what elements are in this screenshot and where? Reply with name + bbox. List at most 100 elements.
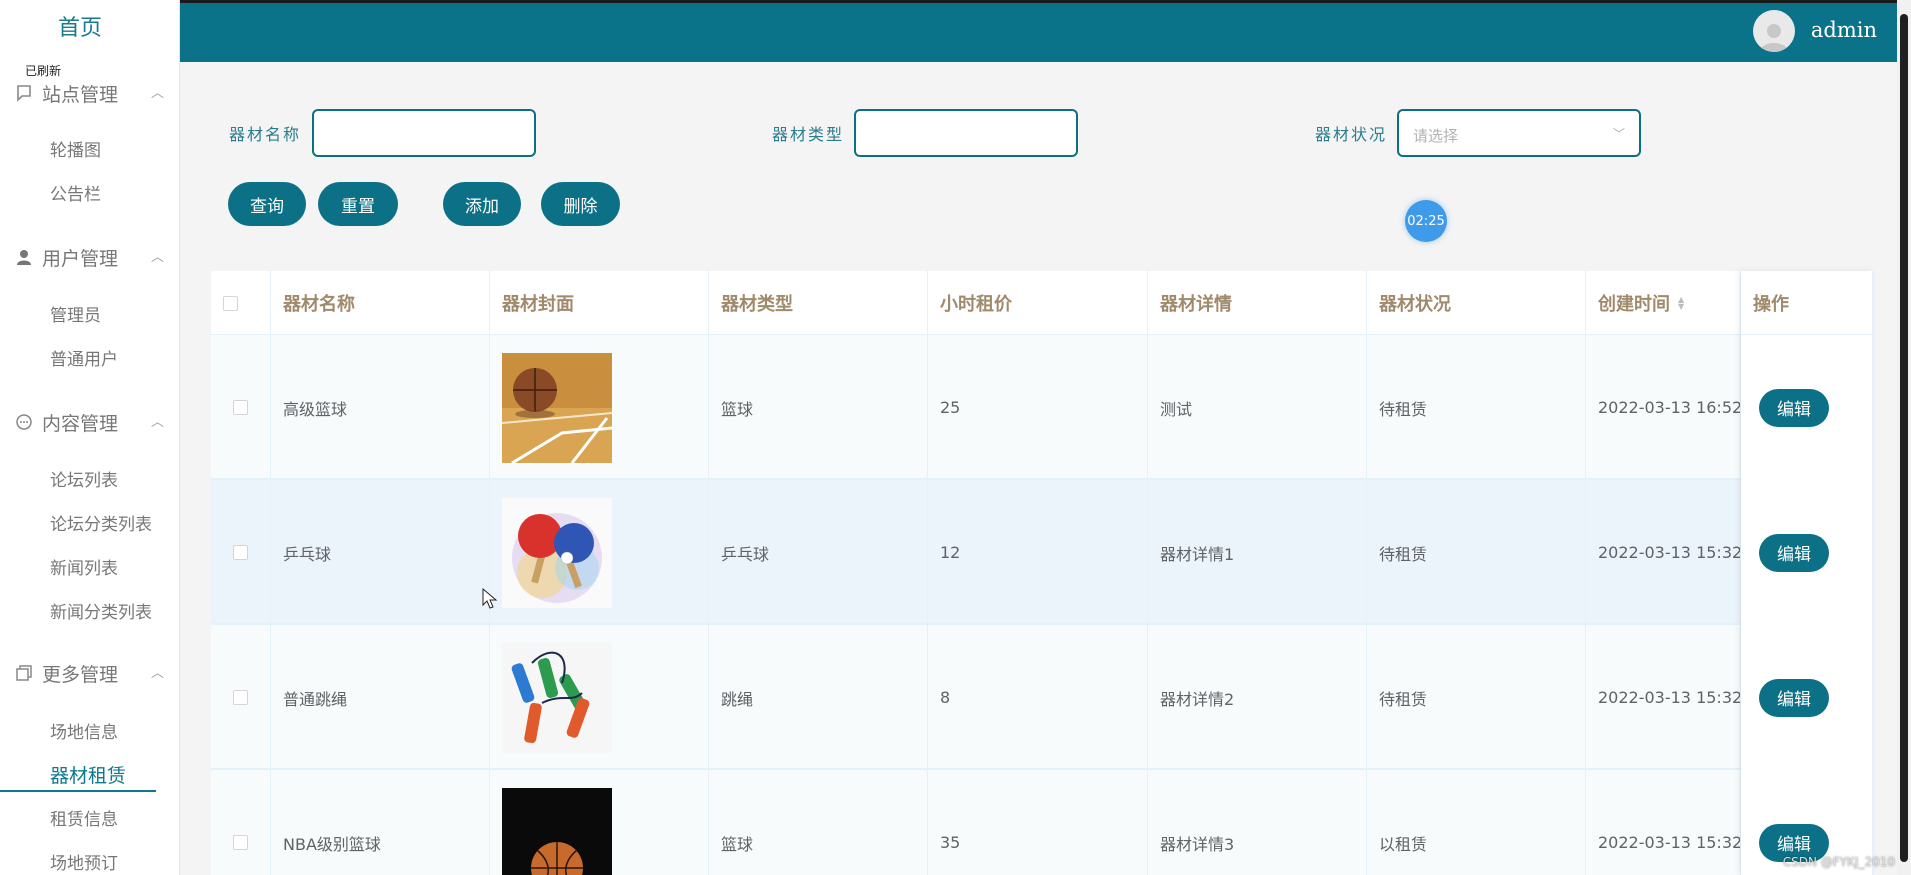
timer-badge: 02:25 bbox=[1405, 200, 1447, 242]
sidebar-item-notice[interactable]: 公告栏 bbox=[50, 180, 101, 205]
table-row[interactable]: NBA级别篮球 篮球 35 器材详情3 以租赁 2022-03-13 15:32… bbox=[211, 770, 1873, 875]
edit-button[interactable]: 编辑 bbox=[1759, 388, 1829, 427]
cell-status: 待租赁 bbox=[1367, 480, 1586, 625]
select-all-cell bbox=[211, 271, 271, 335]
menu-user-management[interactable]: 用户管理 ︿ bbox=[14, 244, 164, 270]
table-row[interactable]: 高级篮球 篮球 25 测试 待租赁 2022-03-13 16:52 编辑 bbox=[211, 335, 1873, 480]
top-bar: admin bbox=[180, 0, 1911, 62]
sidebar-item-rental-info[interactable]: 租赁信息 bbox=[50, 805, 118, 830]
cell-cover bbox=[490, 480, 709, 625]
basketball-cover-image bbox=[502, 352, 612, 463]
add-button[interactable]: 添加 bbox=[443, 182, 521, 226]
chevron-down-icon: ﹀ bbox=[1612, 127, 1625, 141]
sidebar-item-carousel[interactable]: 轮播图 bbox=[50, 136, 101, 161]
cell-name: 乒乓球 bbox=[271, 480, 490, 625]
copy-icon bbox=[14, 663, 34, 683]
cell-created: 2022-03-13 16:52 bbox=[1586, 335, 1741, 480]
cell-created: 2022-03-13 15:32 bbox=[1586, 625, 1741, 770]
edit-button[interactable]: 编辑 bbox=[1759, 533, 1829, 572]
row-select-cell bbox=[211, 770, 271, 875]
name-filter-input[interactable] bbox=[312, 109, 536, 157]
cell-detail: 器材详情1 bbox=[1148, 480, 1367, 625]
chevron-up-icon: ︿ bbox=[150, 250, 164, 265]
chat-icon bbox=[14, 412, 34, 432]
col-header-created[interactable]: 创建时间 ▲ ▼ bbox=[1586, 271, 1741, 335]
row-checkbox[interactable] bbox=[233, 690, 248, 705]
flag-icon bbox=[14, 83, 34, 103]
cell-type: 乒乓球 bbox=[709, 480, 928, 625]
col-header-status: 器材状况 bbox=[1367, 271, 1586, 335]
sort-icon[interactable]: ▲ ▼ bbox=[1678, 296, 1684, 311]
edit-button[interactable]: 编辑 bbox=[1759, 678, 1829, 717]
row-checkbox[interactable] bbox=[233, 545, 248, 560]
cell-actions: 编辑 bbox=[1741, 625, 1873, 770]
avatar[interactable] bbox=[1753, 10, 1795, 52]
pingpong-cover-image bbox=[502, 497, 612, 608]
delete-button[interactable]: 删除 bbox=[541, 182, 620, 226]
col-header-price: 小时租价 bbox=[928, 271, 1148, 335]
col-header-actions: 操作 bbox=[1741, 271, 1873, 335]
sidebar: 首页 已刷新 站点管理 ︿ 轮播图 公告栏 用户管理 ︿ 管理员 普通用户 内容… bbox=[0, 0, 180, 875]
cell-actions: 编辑 bbox=[1741, 335, 1873, 480]
username[interactable]: admin bbox=[1811, 18, 1877, 42]
query-button[interactable]: 查询 bbox=[228, 182, 306, 226]
cell-status: 待租赁 bbox=[1367, 335, 1586, 480]
status-filter-label: 器材状况 bbox=[1315, 125, 1388, 144]
sidebar-item-admins[interactable]: 管理员 bbox=[50, 301, 101, 326]
cell-created: 2022-03-13 15:32 bbox=[1586, 770, 1741, 875]
cell-detail: 器材详情3 bbox=[1148, 770, 1367, 875]
table-row[interactable]: 普通跳绳 跳绳 8 器材详情2 待租赁 2022-03-13 15:32 编辑 bbox=[211, 625, 1873, 770]
type-filter-input[interactable] bbox=[854, 109, 1078, 157]
cell-type: 篮球 bbox=[709, 770, 928, 875]
col-header-cover: 器材封面 bbox=[490, 271, 709, 335]
reset-button[interactable]: 重置 bbox=[318, 182, 398, 226]
menu-title: 用户管理 bbox=[42, 247, 119, 270]
cell-cover bbox=[490, 625, 709, 770]
sidebar-item-forum-list[interactable]: 论坛列表 bbox=[50, 466, 118, 491]
table-row[interactable]: 乒乓球 乒乓球 12 器材详情1 待租赁 2022-03-13 15:32 编辑 bbox=[211, 480, 1873, 625]
scrollbar-thumb[interactable] bbox=[1900, 14, 1908, 862]
sidebar-home-link[interactable]: 首页 bbox=[0, 10, 160, 42]
row-select-cell bbox=[211, 625, 271, 770]
jump-rope-cover-image bbox=[502, 642, 612, 753]
sidebar-item-users[interactable]: 普通用户 bbox=[50, 345, 118, 370]
cell-name: 高级篮球 bbox=[271, 335, 490, 480]
watermark: CSDN @FYKJ_2010 bbox=[1782, 855, 1895, 869]
cell-type: 篮球 bbox=[709, 335, 928, 480]
scrollbar[interactable] bbox=[1897, 0, 1911, 875]
mouse-cursor-icon bbox=[482, 588, 498, 609]
refresh-tag: 已刷新 bbox=[25, 64, 62, 78]
menu-title: 内容管理 bbox=[42, 412, 119, 435]
row-select-cell bbox=[211, 335, 271, 480]
cell-status: 以租赁 bbox=[1367, 770, 1586, 875]
row-checkbox[interactable] bbox=[233, 400, 248, 415]
sidebar-item-venue-info[interactable]: 场地信息 bbox=[50, 718, 118, 743]
sidebar-item-venue-booking[interactable]: 场地预订 bbox=[50, 849, 118, 874]
sidebar-item-forum-category[interactable]: 论坛分类列表 bbox=[50, 510, 152, 535]
menu-title: 更多管理 bbox=[42, 663, 119, 686]
cell-type: 跳绳 bbox=[709, 625, 928, 770]
col-header-detail: 器材详情 bbox=[1148, 271, 1367, 335]
status-filter-select[interactable]: 请选择 ﹀ bbox=[1397, 109, 1641, 157]
menu-content-management[interactable]: 内容管理 ︿ bbox=[14, 409, 164, 435]
select-all-checkbox[interactable] bbox=[223, 295, 238, 311]
menu-more-management[interactable]: 更多管理 ︿ bbox=[14, 660, 164, 686]
menu-title: 站点管理 bbox=[42, 83, 119, 106]
chevron-up-icon: ︿ bbox=[150, 86, 164, 101]
sidebar-item-equipment-rental[interactable]: 器材租赁 bbox=[50, 761, 126, 788]
cell-detail: 测试 bbox=[1148, 335, 1367, 480]
cell-cover bbox=[490, 770, 709, 875]
cell-price: 35 bbox=[928, 770, 1148, 875]
cell-price: 8 bbox=[928, 625, 1148, 770]
sidebar-item-news-list[interactable]: 新闻列表 bbox=[50, 554, 118, 579]
cell-detail: 器材详情2 bbox=[1148, 625, 1367, 770]
name-filter-label: 器材名称 bbox=[229, 125, 302, 144]
row-checkbox[interactable] bbox=[233, 835, 248, 850]
col-header-created-label: 创建时间 bbox=[1598, 294, 1670, 315]
table-header: 器材名称 器材封面 器材类型 小时租价 器材详情 器材状况 创建时间 ▲ ▼ 操作 bbox=[211, 271, 1873, 335]
menu-site-management[interactable]: 站点管理 ︿ bbox=[14, 80, 164, 106]
cell-actions: 编辑 bbox=[1741, 480, 1873, 625]
sidebar-item-news-category[interactable]: 新闻分类列表 bbox=[50, 598, 152, 623]
cell-price: 12 bbox=[928, 480, 1148, 625]
cell-name: NBA级别篮球 bbox=[271, 770, 490, 875]
